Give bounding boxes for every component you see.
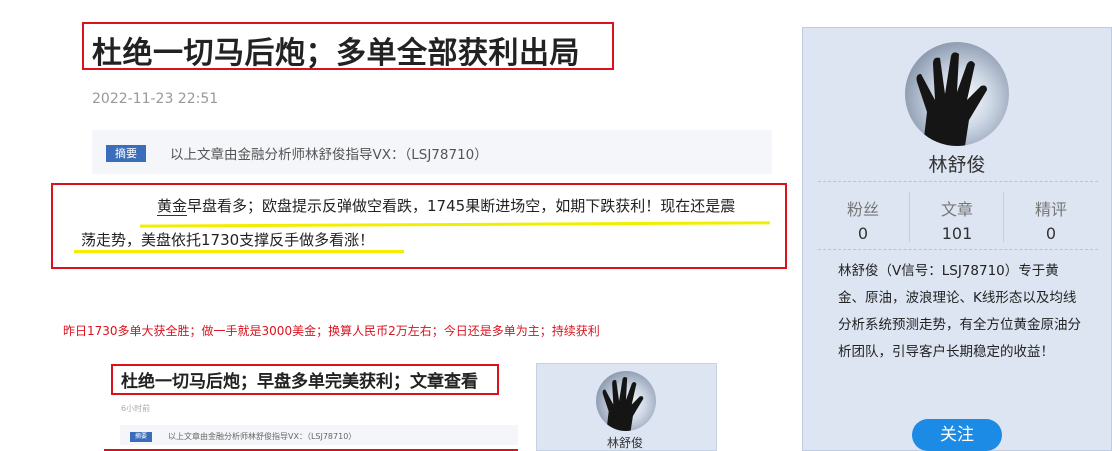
body-line-1-text: 早盘看多；欧盘提示反弹做空看跌，1745果断进场空，如期下跌获利！现在还是震 [187,197,736,215]
stat-fans[interactable]: 粉丝 0 [818,196,908,243]
author-bio: 林舒俊（V信号：LSJ78710）专于黄金、原油，波浪理论、K线形态以及均线分析… [838,263,1081,360]
stat-fans-label: 粉丝 [846,200,879,219]
stat-articles-value: 101 [941,224,973,243]
stat-articles-label: 文章 [940,200,973,219]
embedded-author-name: 林舒俊 [607,436,644,450]
card-divider-top [818,181,1098,182]
gold-link[interactable]: 黄金 [157,197,188,216]
article-title: 杜绝一切马后炮；多单全部获利出局 [92,36,580,71]
stat-separator [1003,192,1004,242]
embedded-summary-tag: 摘要 [130,432,152,442]
stat-articles[interactable]: 文章 101 [912,196,1002,243]
stat-fans-value: 0 [857,224,869,243]
author-name[interactable]: 林舒俊 [802,150,1112,177]
author-avatar[interactable] [905,42,1009,146]
card-divider-bottom [818,249,1098,250]
stat-reviews[interactable]: 精评 0 [1006,196,1096,243]
stat-reviews-label: 精评 [1034,200,1067,219]
follow-button[interactable]: 关注 [912,419,1002,451]
summary-text: 以上文章由金融分析师林舒俊指导VX：（LSJ78710） [170,147,488,163]
stat-separator [909,192,910,242]
embedded-avatar [596,371,656,431]
article-body-line-1: 黄金早盘看多；欧盘提示反弹做空看跌，1745果断进场空，如期下跌获利！现在还是震 [157,195,735,216]
embedded-title: 杜绝一切马后炮；早盘多单完美获利；文章查看 [121,372,478,392]
article-body-line-2: 荡走势，美盘依托1730支撑反手做多看涨！ [81,231,375,249]
summary-tag: 摘要 [106,145,146,162]
embedded-summary-text: 以上文章由金融分析师林舒俊指导VX：（LSJ78710） [168,432,357,441]
article-date: 2022-11-23 22:51 [92,91,219,107]
embedded-date: 6小时前 [121,404,151,413]
yellow-underline-2 [74,250,404,253]
stat-reviews-value: 0 [1045,224,1057,243]
red-note: 昨日1730多单大获全胜；做一手就是3000美金；换算人民币2万左右；今日还是多… [63,324,600,338]
